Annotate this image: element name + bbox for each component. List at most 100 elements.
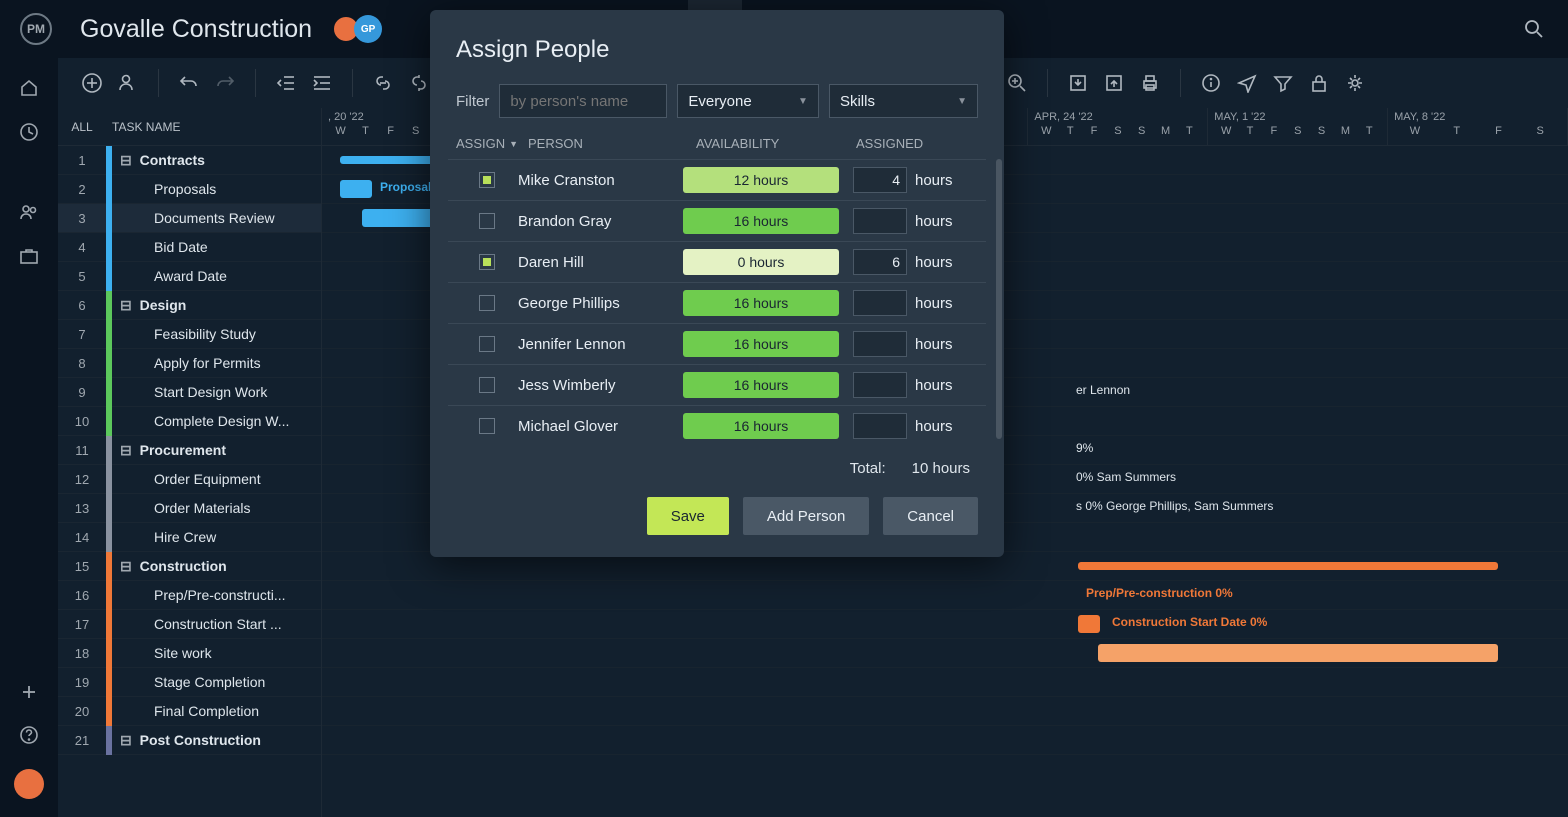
task-row[interactable]: 7 Feasibility Study	[58, 320, 321, 349]
import-icon[interactable]	[1064, 69, 1092, 97]
assign-icon[interactable]	[114, 69, 142, 97]
task-row[interactable]: 19 Stage Completion	[58, 668, 321, 697]
zoom-icon[interactable]	[1003, 69, 1031, 97]
search-icon[interactable]	[1524, 19, 1544, 39]
filter-icon[interactable]	[1269, 69, 1297, 97]
col-assign[interactable]: ASSIGN▼	[456, 136, 528, 151]
col-person[interactable]: PERSON	[528, 136, 696, 151]
task-row[interactable]: 8 Apply for Permits	[58, 349, 321, 378]
row-number: 17	[58, 617, 106, 632]
send-icon[interactable]	[1233, 69, 1261, 97]
col-all[interactable]: ALL	[58, 120, 106, 134]
people-table-header: ASSIGN▼ PERSON AVAILABILITY ASSIGNED	[430, 136, 1004, 151]
task-row[interactable]: 18 Site work	[58, 639, 321, 668]
row-number: 15	[58, 559, 106, 574]
scrollbar[interactable]	[996, 159, 1002, 439]
settings-icon[interactable]	[1341, 69, 1369, 97]
hours-input[interactable]	[853, 249, 907, 275]
task-row[interactable]: 3 Documents Review	[58, 204, 321, 233]
gantt-bar[interactable]	[1078, 615, 1100, 633]
row-label: Order Materials	[112, 500, 321, 516]
home-icon[interactable]	[19, 78, 39, 98]
left-rail	[0, 58, 58, 817]
row-number: 6	[58, 298, 106, 313]
gantt-bar[interactable]	[1078, 562, 1498, 570]
export-icon[interactable]	[1100, 69, 1128, 97]
row-number: 14	[58, 530, 106, 545]
filter-group-select[interactable]: Everyone▼	[677, 84, 819, 118]
total-row: Total: 10 hours	[430, 446, 1004, 477]
col-availability[interactable]: AVAILABILITY	[696, 136, 856, 151]
bar-label: Prep/Pre-construction 0%	[1086, 586, 1233, 600]
bar-label: s 0% George Phillips, Sam Summers	[1076, 499, 1273, 513]
user-avatar[interactable]	[14, 769, 44, 799]
indent-icon[interactable]	[308, 69, 336, 97]
lock-icon[interactable]	[1305, 69, 1333, 97]
task-row[interactable]: 1 ⊟ Contracts	[58, 146, 321, 175]
task-row[interactable]: 14 Hire Crew	[58, 523, 321, 552]
task-row[interactable]: 20 Final Completion	[58, 697, 321, 726]
cancel-button[interactable]: Cancel	[883, 497, 978, 535]
task-row[interactable]: 11 ⊟ Procurement	[58, 436, 321, 465]
row-label: ⊟ Post Construction	[112, 732, 321, 749]
assign-checkbox[interactable]	[479, 418, 495, 434]
task-row[interactable]: 5 Award Date	[58, 262, 321, 291]
redo-icon[interactable]	[211, 69, 239, 97]
week-label: , 20 '22	[328, 111, 428, 123]
filter-skills-select[interactable]: Skills▼	[829, 84, 978, 118]
assign-checkbox[interactable]	[479, 254, 495, 270]
help-icon[interactable]	[19, 725, 39, 745]
person-row: Daren Hill 0 hours hours	[448, 241, 986, 282]
col-name[interactable]: TASK NAME	[106, 120, 180, 134]
task-row[interactable]: 10 Complete Design W...	[58, 407, 321, 436]
hours-input[interactable]	[853, 290, 907, 316]
row-number: 19	[58, 675, 106, 690]
people-list: Mike Cranston 12 hours hours Brandon Gra…	[430, 159, 1004, 446]
hours-input[interactable]	[853, 208, 907, 234]
print-icon[interactable]	[1136, 69, 1164, 97]
week-label: MAY, 8 '22	[1394, 111, 1561, 123]
info-icon[interactable]	[1197, 69, 1225, 97]
outdent-icon[interactable]	[272, 69, 300, 97]
bar-label: Construction Start Date 0%	[1112, 615, 1267, 629]
task-row[interactable]: 6 ⊟ Design	[58, 291, 321, 320]
assign-checkbox[interactable]	[479, 172, 495, 188]
unlink-icon[interactable]	[405, 69, 433, 97]
add-icon[interactable]	[20, 683, 38, 701]
task-row[interactable]: 17 Construction Start ...	[58, 610, 321, 639]
task-row[interactable]: 16 Prep/Pre-constructi...	[58, 581, 321, 610]
hours-input[interactable]	[853, 331, 907, 357]
gantt-bar[interactable]	[1098, 644, 1498, 662]
add-person-button[interactable]: Add Person	[743, 497, 869, 535]
task-row[interactable]: 21 ⊟ Post Construction	[58, 726, 321, 755]
hours-input[interactable]	[853, 413, 907, 439]
total-value: 10 hours	[912, 460, 970, 477]
recent-icon[interactable]	[19, 122, 39, 142]
assign-checkbox[interactable]	[479, 377, 495, 393]
team-icon[interactable]	[19, 202, 39, 222]
add-task-icon[interactable]	[78, 69, 106, 97]
col-assigned[interactable]: ASSIGNED	[856, 136, 978, 151]
assign-checkbox[interactable]	[479, 213, 495, 229]
hours-label: hours	[915, 254, 953, 271]
assign-checkbox[interactable]	[479, 336, 495, 352]
undo-icon[interactable]	[175, 69, 203, 97]
bar-label: er Lennon	[1076, 383, 1130, 397]
app-logo[interactable]: PM	[20, 13, 52, 45]
hours-input[interactable]	[853, 167, 907, 193]
task-row[interactable]: 15 ⊟ Construction	[58, 552, 321, 581]
task-row[interactable]: 12 Order Equipment	[58, 465, 321, 494]
project-avatars[interactable]: GP	[332, 15, 382, 43]
task-row[interactable]: 9 Start Design Work	[58, 378, 321, 407]
briefcase-icon[interactable]	[19, 246, 39, 266]
save-button[interactable]: Save	[647, 497, 729, 535]
hours-input[interactable]	[853, 372, 907, 398]
filter-name-input[interactable]	[499, 84, 667, 118]
task-row[interactable]: 13 Order Materials	[58, 494, 321, 523]
gantt-bar[interactable]	[340, 180, 372, 198]
link-icon[interactable]	[369, 69, 397, 97]
task-row[interactable]: 2 Proposals	[58, 175, 321, 204]
row-label: Complete Design W...	[112, 413, 321, 429]
assign-checkbox[interactable]	[479, 295, 495, 311]
task-row[interactable]: 4 Bid Date	[58, 233, 321, 262]
